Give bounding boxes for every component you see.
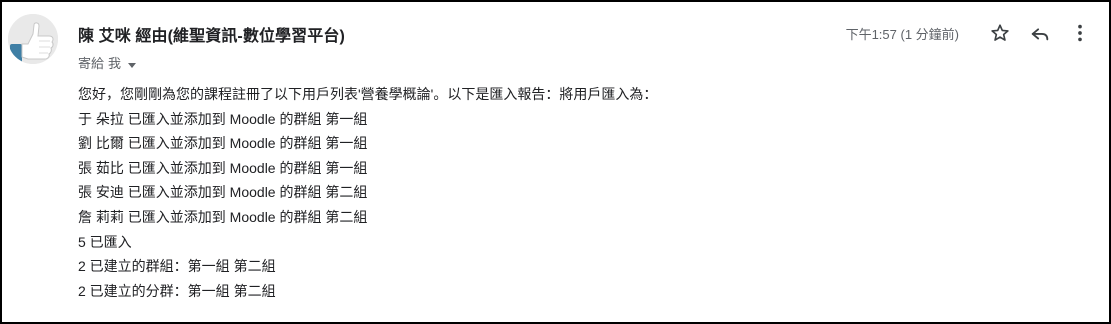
reply-icon[interactable]	[1023, 22, 1057, 44]
caret-down-icon[interactable]	[127, 58, 137, 68]
recipient-label: 寄給	[78, 56, 105, 71]
body-line: 于 朵拉 已匯入並添加到 Moodle 的群組 第一組	[78, 110, 368, 127]
body-line: 您好，您剛剛為您的課程註冊了以下用戶列表'營養學概論'。以下是匯入報告：將用戶匯…	[78, 86, 658, 102]
message-body: 您好，您剛剛為您的課程註冊了以下用戶列表'營養學概論'。以下是匯入報告：將用戶匯…	[78, 82, 657, 303]
sender-block: 陳 艾咪 經由(維聖資訊-數位學習平台) 寄給 我	[78, 22, 345, 72]
body-line: 2 已建立的分群：第一組 第二組	[78, 282, 276, 299]
sender-name[interactable]: 陳 艾咪 經由(維聖資訊-數位學習平台)	[78, 22, 345, 46]
body-line: 張 茹比 已匯入並添加到 Moodle 的群組 第一組	[78, 159, 368, 176]
recipient-line: 寄給 我	[78, 53, 345, 72]
body-line: 5 已匯入	[78, 233, 132, 250]
thumbs-up-avatar-icon	[8, 14, 58, 64]
body-line: 張 安迪 已匯入並添加到 Moodle 的群組 第二組	[78, 184, 368, 201]
body-line: 劉 比爾 已匯入並添加到 Moodle 的群組 第一組	[78, 135, 368, 152]
body-line: 詹 莉莉 已匯入並添加到 Moodle 的群組 第二組	[78, 208, 368, 225]
more-vert-icon[interactable]	[1063, 22, 1097, 44]
body-line: 2 已建立的群組：第一組 第二組	[78, 258, 276, 275]
timestamp: 下午1:57 (1 分鐘前)	[845, 26, 959, 42]
email-message: 陳 艾咪 經由(維聖資訊-數位學習平台) 寄給 我 下午1:57 (1 分鐘前)	[0, 0, 1111, 324]
star-icon[interactable]	[983, 22, 1017, 44]
message-meta: 下午1:57 (1 分鐘前)	[846, 22, 1097, 44]
recipient-name: 我	[108, 56, 122, 71]
sender-avatar[interactable]	[8, 14, 58, 64]
